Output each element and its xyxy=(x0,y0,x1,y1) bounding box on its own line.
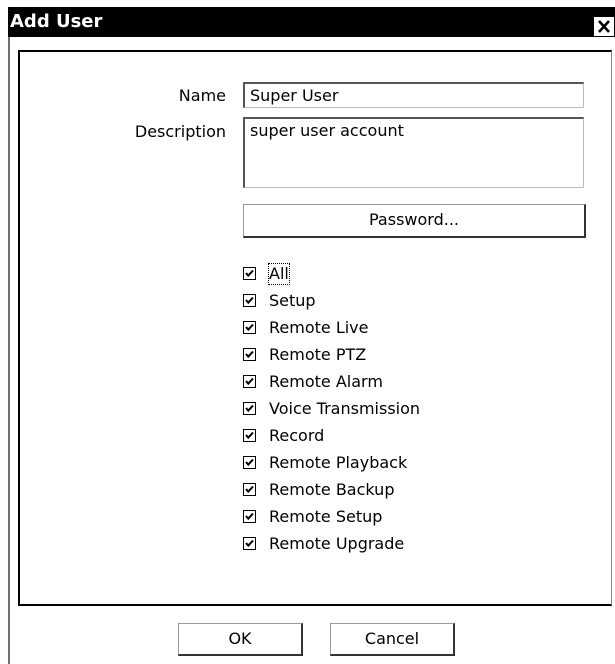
checkbox[interactable] xyxy=(243,375,256,388)
checkmark-icon xyxy=(245,539,254,548)
checkbox[interactable] xyxy=(243,402,256,415)
checkmark-icon xyxy=(245,296,254,305)
permission-item[interactable]: Voice Transmission xyxy=(243,395,420,422)
ok-button[interactable]: OK xyxy=(178,623,303,656)
cancel-button[interactable]: Cancel xyxy=(330,623,455,656)
permission-label: Voice Transmission xyxy=(269,398,421,418)
permission-label: Remote Setup xyxy=(269,506,383,526)
description-field[interactable]: super user account xyxy=(243,117,584,188)
permission-item[interactable]: Remote Playback xyxy=(243,449,420,476)
permission-item[interactable]: Remote Alarm xyxy=(243,368,420,395)
checkbox[interactable] xyxy=(243,456,256,469)
permission-label: Remote Upgrade xyxy=(269,533,405,553)
checkmark-icon xyxy=(245,431,254,440)
window-left-border xyxy=(8,37,10,664)
checkbox[interactable] xyxy=(243,267,256,280)
close-icon xyxy=(598,20,610,33)
name-field[interactable] xyxy=(243,82,584,108)
checkmark-icon xyxy=(245,485,254,494)
permission-item[interactable]: Remote PTZ xyxy=(243,341,420,368)
checkbox[interactable] xyxy=(243,348,256,361)
checkbox[interactable] xyxy=(243,510,256,523)
permission-item[interactable]: Remote Setup xyxy=(243,503,420,530)
checkmark-icon xyxy=(245,377,254,386)
permission-label: Setup xyxy=(269,290,316,310)
checkbox[interactable] xyxy=(243,294,256,307)
permissions-list: All Setup Remote Live Remote PTZ Remote Alar… xyxy=(243,260,420,557)
close-button[interactable] xyxy=(593,16,615,37)
password-button[interactable]: Password... xyxy=(243,204,586,238)
add-user-dialog: Add User Name Description super user acc… xyxy=(0,0,615,664)
permission-item[interactable]: Setup xyxy=(243,287,420,314)
permission-label: Remote Alarm xyxy=(269,371,383,391)
permission-label: Remote PTZ xyxy=(269,344,367,364)
name-label: Name xyxy=(178,86,226,105)
permission-label: All xyxy=(268,262,290,285)
checkbox[interactable] xyxy=(243,429,256,442)
permission-label: Remote Playback xyxy=(269,452,408,472)
checkmark-icon xyxy=(245,512,254,521)
permission-item[interactable]: All xyxy=(243,260,420,287)
checkbox[interactable] xyxy=(243,537,256,550)
permission-label: Record xyxy=(269,425,325,445)
checkmark-icon xyxy=(245,323,254,332)
checkmark-icon xyxy=(245,350,254,359)
permission-item[interactable]: Remote Backup xyxy=(243,476,420,503)
title-bar[interactable]: Add User xyxy=(8,7,615,37)
checkmark-icon xyxy=(245,458,254,467)
checkmark-icon xyxy=(245,404,254,413)
permission-label: Remote Backup xyxy=(269,479,395,499)
checkbox[interactable] xyxy=(243,321,256,334)
permission-label: Remote Live xyxy=(269,317,369,337)
checkbox[interactable] xyxy=(243,483,256,496)
description-label: Description xyxy=(134,122,226,141)
permission-item[interactable]: Remote Live xyxy=(243,314,420,341)
permission-item[interactable]: Remote Upgrade xyxy=(243,530,420,557)
checkmark-icon xyxy=(245,269,254,278)
window-title: Add User xyxy=(10,11,103,32)
permission-item[interactable]: Record xyxy=(243,422,420,449)
